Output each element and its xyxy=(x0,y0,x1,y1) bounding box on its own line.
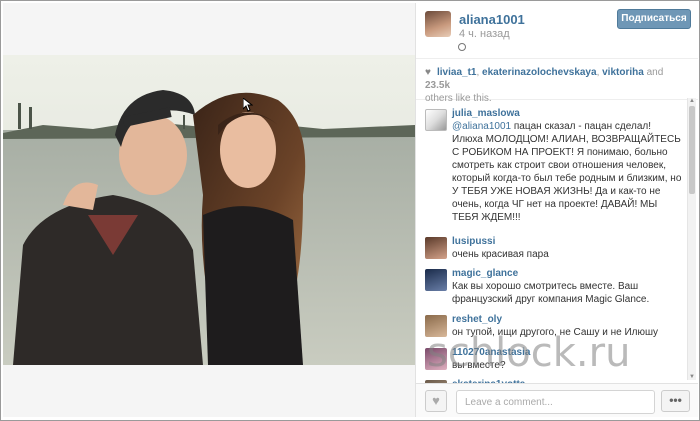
heart-icon: ♥ xyxy=(425,67,431,78)
commenter-avatar[interactable] xyxy=(425,269,447,291)
comment-input[interactable] xyxy=(456,390,655,414)
scroll-down-icon[interactable]: ▼ xyxy=(689,374,695,380)
likes-and-text: and xyxy=(646,67,664,78)
like-user-link[interactable]: viktoriha xyxy=(602,67,644,78)
post-timestamp: 4 ч. назад xyxy=(459,28,510,40)
watermark: schlock.ru xyxy=(427,330,631,376)
likes-summary: ♥ liviaa_t1, ekaterinazolochevskaya, vikt… xyxy=(416,60,698,104)
commenter-avatar[interactable] xyxy=(425,237,447,259)
comment-text: пацан сказал - пацан сделал! Илюха МОЛОД… xyxy=(452,121,682,223)
comment-body: julia_maslowa @aliana1001 пацан сказал -… xyxy=(452,107,684,224)
comment-body: magic_glance Как вы хорошо смотритесь вм… xyxy=(452,267,684,306)
post-photo-image xyxy=(3,55,415,365)
mouse-cursor-icon xyxy=(243,98,253,112)
scroll-thumb[interactable] xyxy=(689,106,695,194)
post-photo[interactable] xyxy=(3,55,415,365)
more-options-button[interactable]: ••• xyxy=(661,390,690,412)
location-pin-icon xyxy=(458,43,466,51)
like-user-link[interactable]: ekaterinazolochevskaya xyxy=(482,67,597,78)
comment-text: Как вы хорошо смотритесь вместе. Ваш фра… xyxy=(452,281,650,305)
like-user-link[interactable]: liviaa_t1 xyxy=(437,67,476,78)
comment-username[interactable]: magic_glance xyxy=(452,267,684,280)
like-button[interactable]: ♥ xyxy=(425,390,447,412)
likes-count[interactable]: 23.5k xyxy=(425,80,450,91)
comment-text: очень красивая пара xyxy=(452,249,549,260)
scroll-up-icon[interactable]: ▲ xyxy=(689,98,695,104)
comment-username[interactable]: julia_maslowa xyxy=(452,107,684,120)
comment-footer: ♥ ••• xyxy=(416,383,698,417)
post-username[interactable]: aliana1001 xyxy=(459,12,525,27)
comment-body: lusipussi очень красивая пара xyxy=(452,235,684,261)
comment-username[interactable]: lusipussi xyxy=(452,235,684,248)
comments-scrollbar[interactable]: ▲ ▼ xyxy=(687,98,696,380)
heart-outline-icon: ♥ xyxy=(432,393,440,408)
post-header: aliana1001 4 ч. назад Подписаться xyxy=(416,3,698,59)
commenter-avatar[interactable] xyxy=(425,109,447,131)
comment-username[interactable]: reshet_oly xyxy=(452,313,684,326)
user-avatar[interactable] xyxy=(425,11,451,37)
follow-button[interactable]: Подписаться xyxy=(617,9,691,29)
comment-mention[interactable]: @aliana1001 xyxy=(452,121,511,132)
